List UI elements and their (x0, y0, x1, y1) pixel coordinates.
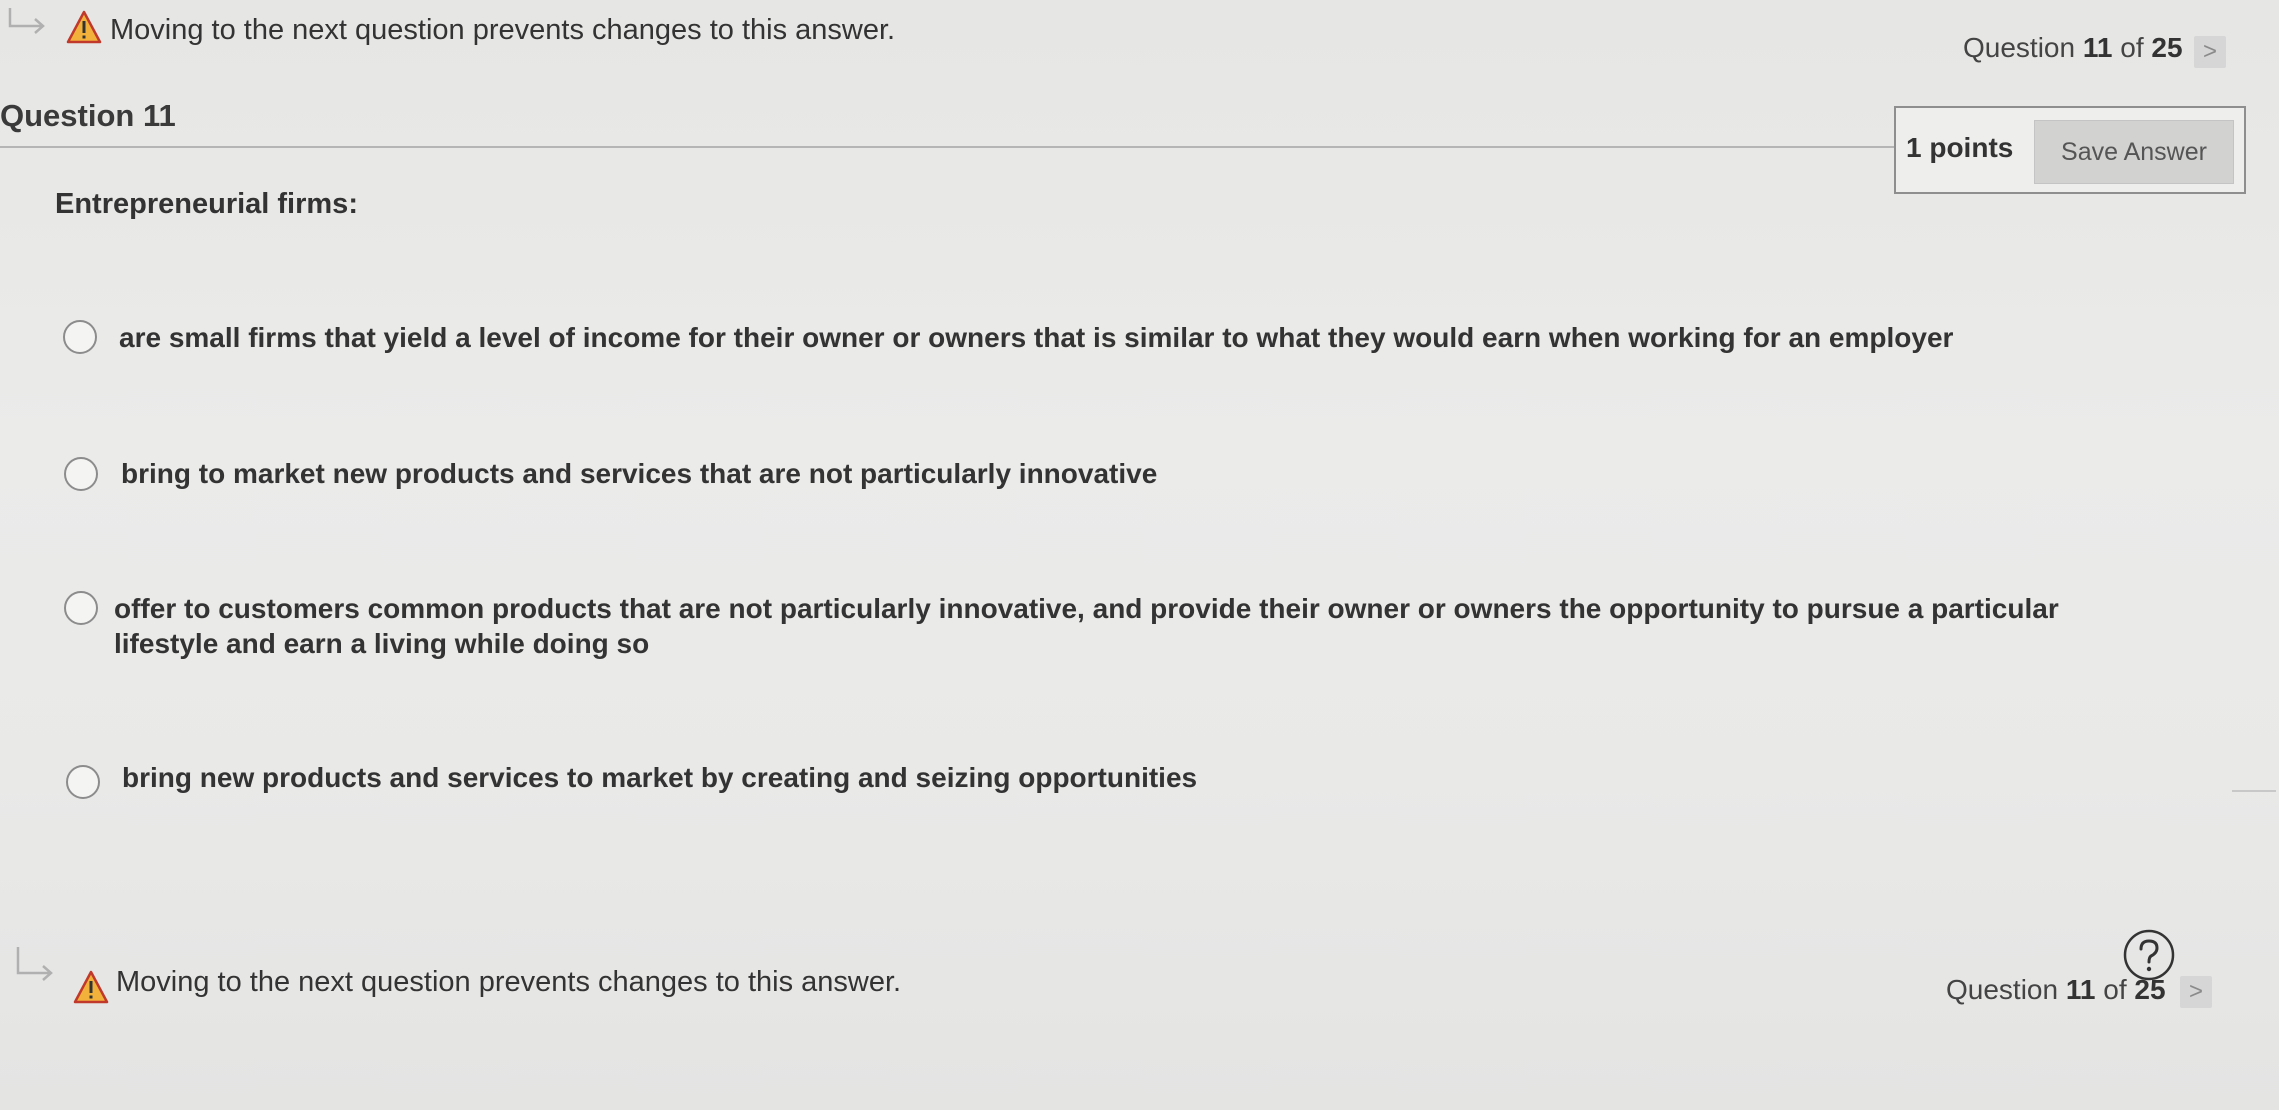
next-question-button[interactable]: > (2180, 976, 2212, 1008)
counter-total: 25 (2134, 974, 2166, 1005)
side-divider (2232, 790, 2276, 792)
chevron-right-icon: > (2202, 38, 2217, 65)
option-radio-4[interactable] (66, 765, 100, 799)
option-label-2[interactable]: bring to market new products and service… (121, 456, 2121, 491)
header-divider (0, 146, 1896, 148)
counter-current: 11 (2082, 32, 2113, 63)
points-value: 1 points (1906, 132, 2014, 163)
option-radio-2[interactable] (64, 457, 98, 491)
warning-triangle-icon (66, 10, 102, 44)
warning-triangle-icon (73, 970, 109, 1004)
question-title: Question 11 (0, 98, 176, 133)
counter-of: of (2103, 974, 2127, 1005)
return-arrow-icon (4, 6, 50, 46)
option-label-1[interactable]: are small firms that yield a level of in… (119, 320, 2219, 355)
option-label-3[interactable]: offer to customers common products that … (114, 591, 2124, 661)
option-label-4[interactable]: bring new products and services to marke… (122, 760, 2122, 795)
counter-total: 25 (2151, 32, 2183, 63)
counter-current: 11 (2065, 974, 2096, 1005)
question-prompt: Entrepreneurial firms: (55, 188, 358, 220)
question-counter: Question 11 of 25 (1963, 32, 2183, 64)
next-question-button[interactable]: > (2194, 36, 2226, 68)
question-counter: Question 11 of 25 (1946, 974, 2166, 1006)
counter-of: of (2120, 32, 2144, 63)
warning-message: Moving to the next question prevents cha… (116, 966, 902, 998)
save-answer-button[interactable]: Save Answer (2034, 120, 2234, 184)
chevron-right-icon: > (2188, 978, 2203, 1005)
option-radio-1[interactable] (63, 320, 97, 354)
warning-message: Moving to the next question prevents cha… (110, 14, 896, 46)
option-radio-3[interactable] (64, 591, 98, 625)
return-arrow-icon (12, 945, 58, 991)
counter-prefix: Question (1963, 32, 2076, 63)
counter-prefix: Question (1946, 974, 2059, 1005)
